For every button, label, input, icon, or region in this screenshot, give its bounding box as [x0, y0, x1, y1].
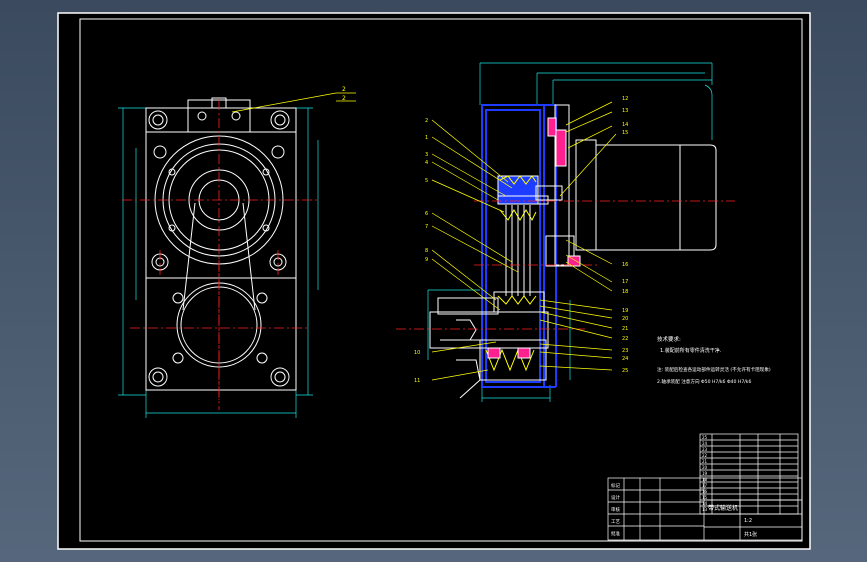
right-part-0: 12	[622, 96, 628, 102]
tech-note-heading: 技术要求:	[657, 335, 681, 343]
right-part-1: 13	[622, 108, 628, 114]
left-part-8: 9	[425, 257, 428, 263]
left-part-0: 2	[425, 118, 428, 124]
right-part-13: 25	[622, 368, 628, 374]
drawing-title: 带式输送机	[708, 504, 738, 512]
left-part-3: 4	[425, 160, 428, 166]
left-part-5: 6	[425, 211, 428, 217]
cad-viewport[interactable]: 2 2 2 1 3 4 5 6 7 8 9 10 11 12 13 14 15 …	[0, 0, 867, 562]
title-row-3: 工艺	[611, 519, 620, 525]
front-label-1: 2	[342, 86, 346, 93]
title-row-1: 设计	[611, 494, 620, 501]
drawing-border	[57, 12, 811, 550]
parts-row-12: 13	[702, 507, 708, 512]
drawing-scale: 1:2	[744, 518, 752, 524]
right-part-6: 18	[622, 289, 628, 295]
parts-row-10: 15	[702, 495, 708, 500]
front-label-2: 2	[342, 95, 346, 102]
right-part-12: 24	[622, 356, 628, 362]
parts-row-3: 22	[702, 453, 708, 458]
right-part-4: 16	[622, 262, 628, 268]
tech-note-2: 注: 装配后检查各运动部件运转灵活 (不允许有卡阻现象)	[657, 366, 771, 373]
drawing-canvas: 2 2 2 1 3 4 5 6 7 8 9 10 11 12 13 14 15 …	[57, 12, 811, 550]
title-row-0: 标记	[611, 482, 620, 489]
right-part-9: 21	[622, 326, 628, 332]
right-part-5: 17	[622, 279, 628, 285]
left-part-2: 3	[425, 152, 428, 158]
drawing-sheet: 共1张	[744, 531, 757, 538]
left-part-7: 8	[425, 248, 428, 254]
right-part-3: 15	[622, 130, 628, 136]
title-row-2: 审核	[611, 506, 620, 513]
right-part-11: 23	[622, 348, 628, 354]
right-part-7: 19	[622, 308, 628, 314]
right-part-10: 22	[622, 336, 628, 342]
title-row-4: 批准	[611, 530, 620, 537]
tech-note-3: 2.轴承装配 注意方向 Φ50 H7/k6 Φ40 H7/k6	[657, 378, 751, 385]
right-part-8: 20	[622, 316, 628, 322]
left-part-1: 1	[425, 135, 428, 141]
left-part-9: 10	[414, 350, 420, 356]
parts-list-numbers: 25 24 23 22 21 20 19 18 17 16 15 14 13	[702, 435, 708, 512]
parts-row-4: 21	[702, 459, 708, 464]
tech-note-1: 1.装配前所有零件清洗干净.	[660, 347, 722, 354]
left-part-10: 11	[414, 378, 420, 384]
parts-row-0: 25	[702, 435, 708, 440]
parts-row-5: 20	[702, 465, 708, 470]
parts-row-6: 19	[702, 471, 708, 476]
right-part-2: 14	[622, 122, 628, 128]
parts-row-2: 23	[702, 447, 708, 452]
parts-row-1: 24	[702, 441, 708, 446]
left-part-6: 7	[425, 224, 428, 230]
left-part-4: 5	[425, 178, 428, 184]
parts-row-8: 17	[702, 483, 708, 488]
